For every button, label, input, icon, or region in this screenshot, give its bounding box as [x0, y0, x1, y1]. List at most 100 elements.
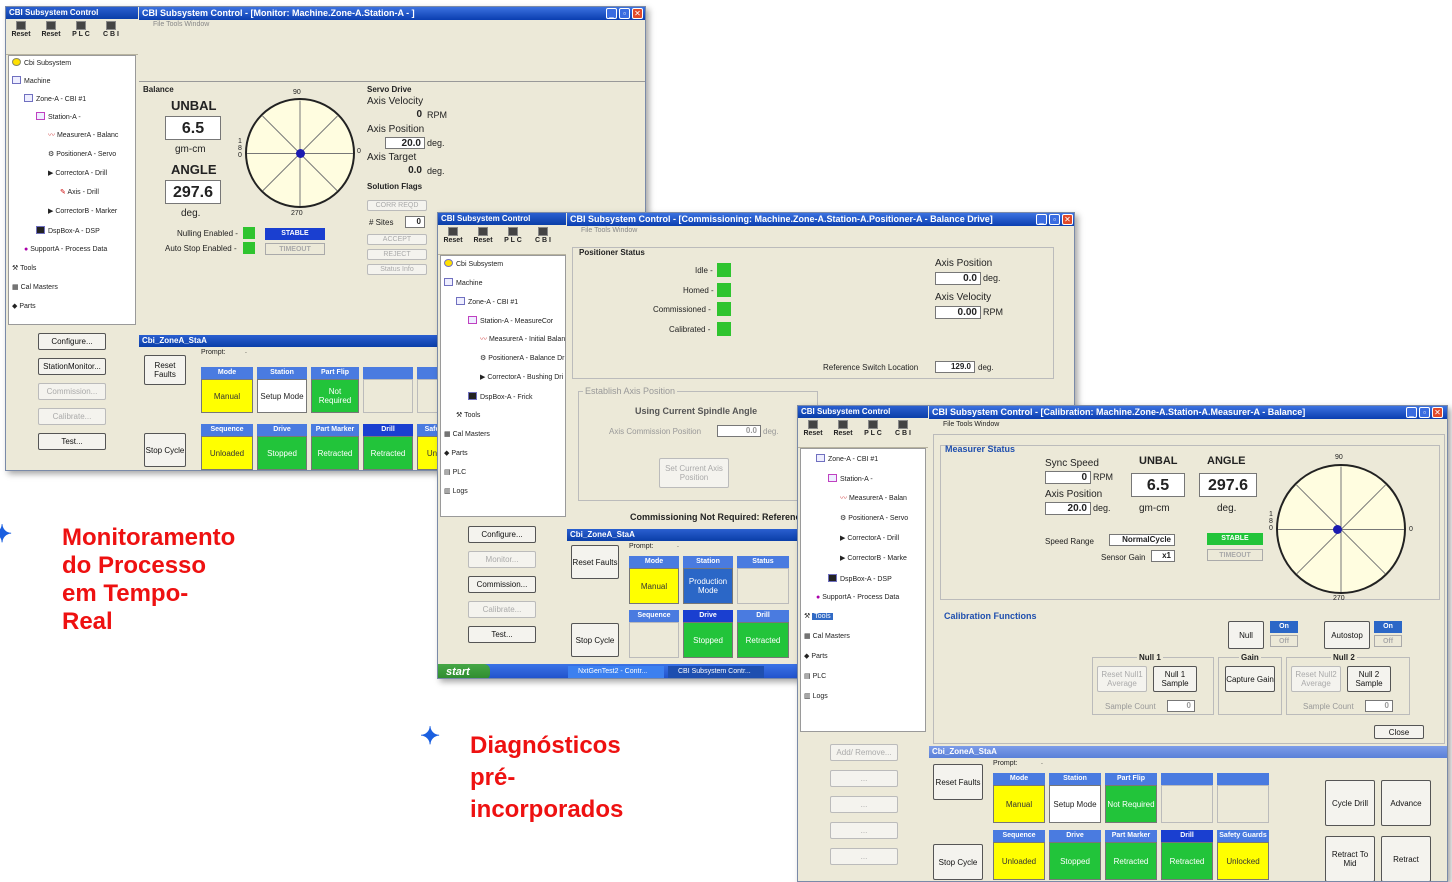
reset-faults-button[interactable]: Reset Faults [144, 355, 186, 385]
tree-item[interactable]: ◆ Parts [12, 302, 36, 311]
null-button[interactable]: Null [1228, 621, 1264, 649]
cbi-button[interactable]: C B I [96, 21, 126, 39]
tree-item[interactable]: Station-A - [36, 112, 81, 122]
tree-item[interactable]: ● SupportA - Process Data [816, 593, 899, 602]
taskbar-item[interactable]: CBI Subsystem Contr... [668, 666, 764, 678]
tree-item[interactable]: 〰 MeasurerA - Initial Balan [480, 335, 565, 344]
plc-button[interactable]: P L C [66, 21, 96, 39]
tree-item[interactable]: ▦ Cal Masters [444, 430, 490, 439]
tree-item[interactable]: Zone-A - CBI #1 [24, 94, 86, 104]
tree-item[interactable]: ▥ Logs [804, 692, 828, 701]
reset-button-2[interactable]: Reset [828, 420, 858, 438]
null-on-badge[interactable]: On [1270, 621, 1298, 633]
calibrate-button[interactable]: Calibrate... [468, 601, 536, 618]
commission-button[interactable]: Commission... [468, 576, 536, 593]
tree-item[interactable]: ▦ Cal Masters [804, 632, 850, 641]
reset-button-2[interactable]: Reset [468, 227, 498, 245]
tree-item[interactable]: ⚙ PositionerA - Servo [840, 514, 908, 523]
tree-item[interactable]: ▦ Cal Masters [12, 283, 58, 292]
tree-item[interactable]: DspBox-A - DSP [828, 574, 892, 584]
tree-item[interactable]: ▶ CorrectorB - Marke [840, 554, 907, 563]
tree-item[interactable]: ▶ CorrectorA - Drill [48, 169, 107, 178]
sidebar-button[interactable]: ... [830, 796, 898, 813]
close-icon[interactable]: ✕ [1432, 407, 1443, 418]
tree-item[interactable]: ⚙ PositionerA - Servo [48, 150, 116, 159]
minimize-icon[interactable]: _ [1036, 214, 1047, 225]
autostop-button[interactable]: Autostop [1324, 621, 1370, 649]
null2-sample-button[interactable]: Null 2 Sample [1347, 666, 1391, 692]
reset-button-2[interactable]: Reset [36, 21, 66, 39]
tree-item[interactable]: ◆ Parts [444, 449, 468, 458]
sidebar-button[interactable]: ... [830, 822, 898, 839]
maximize-icon[interactable]: ▫ [1049, 214, 1060, 225]
cycle-drill-button[interactable]: Cycle Drill [1325, 780, 1375, 826]
menu-bar[interactable]: File Tools Window [567, 226, 1074, 236]
stop-cycle-button[interactable]: Stop Cycle [571, 623, 619, 657]
stop-cycle-button[interactable]: Stop Cycle [144, 433, 186, 467]
equipment-tree[interactable]: Zone-A - CBI #1 Station-A - 〰 MeasurerA … [800, 448, 926, 732]
minimize-icon[interactable]: _ [1406, 407, 1417, 418]
cbi-button[interactable]: C B I [888, 420, 918, 438]
tree-item[interactable]: Zone-A - CBI #1 [456, 297, 518, 307]
reset-button[interactable]: Reset [798, 420, 828, 438]
close-icon[interactable]: ✕ [1062, 214, 1073, 225]
calibrate-button[interactable]: Calibrate... [38, 408, 106, 425]
menu-bar[interactable]: File Tools Window [929, 420, 1447, 430]
tree-item[interactable]: ▥ Logs [444, 487, 468, 496]
tree-item[interactable]: ✎ Axis - Drill [60, 188, 99, 197]
advance-button[interactable]: Advance [1381, 780, 1431, 826]
tree-item[interactable]: ◆ Parts [804, 652, 828, 661]
reset-faults-button[interactable]: Reset Faults [571, 545, 619, 579]
taskbar-item[interactable]: NxtGenTest2 - Contr... [568, 666, 664, 678]
tree-item[interactable]: 〰 MeasurerA - Balanc [48, 131, 118, 140]
plc-button[interactable]: P L C [498, 227, 528, 245]
set-current-axis-button[interactable]: Set Current Axis Position [659, 458, 729, 488]
tree-item[interactable]: Station-A - MeasureCor [468, 316, 553, 326]
configure-button[interactable]: Configure... [38, 333, 106, 350]
station-monitor-button[interactable]: StationMonitor... [38, 358, 106, 375]
menu-bar[interactable]: File Tools Window [139, 20, 645, 30]
corr-reqd-button[interactable]: CORR REQD [367, 200, 427, 211]
tree-item[interactable]: ▶ CorrectorA - Bushing Dri [480, 373, 563, 382]
tree-item[interactable]: ⚙ PositionerA - Balance Dr [480, 354, 565, 363]
tree-item[interactable]: ▶ CorrectorA - Drill [840, 534, 899, 543]
reset-button[interactable]: Reset [6, 21, 36, 39]
test-button[interactable]: Test... [468, 626, 536, 643]
tree-item[interactable]: ● SupportA - Process Data [24, 245, 107, 254]
close-icon[interactable]: ✕ [632, 8, 643, 19]
reset-button[interactable]: Reset [438, 227, 468, 245]
commission-button[interactable]: Commission... [38, 383, 106, 400]
configure-button[interactable]: Configure... [468, 526, 536, 543]
tree-item[interactable]: Machine [12, 76, 50, 86]
maximize-icon[interactable]: ▫ [1419, 407, 1430, 418]
tree-item[interactable]: ▤ PLC [804, 672, 826, 681]
maximize-icon[interactable]: ▫ [619, 8, 630, 19]
start-button[interactable]: start [438, 664, 490, 678]
status-info-button[interactable]: Status Info [367, 264, 427, 275]
capture-gain-button[interactable]: Capture Gain [1225, 666, 1275, 692]
plc-button[interactable]: P L C [858, 420, 888, 438]
reset-faults-button[interactable]: Reset Faults [933, 764, 983, 800]
cbi-button[interactable]: C B I [528, 227, 558, 245]
tree-item[interactable]: ▤ PLC [444, 468, 466, 477]
autostop-on-badge[interactable]: On [1374, 621, 1402, 633]
minimize-icon[interactable]: _ [606, 8, 617, 19]
test-button[interactable]: Test... [38, 433, 106, 450]
accept-button[interactable]: ACCEPT [367, 234, 427, 245]
null1-sample-button[interactable]: Null 1 Sample [1153, 666, 1197, 692]
tree-item[interactable]: Station-A - [828, 474, 873, 484]
reset-null1-button[interactable]: Reset Null1 Average [1097, 666, 1147, 692]
stop-cycle-button[interactable]: Stop Cycle [933, 844, 983, 880]
equipment-tree[interactable]: Cbi Subsystem Machine Zone-A - CBI #1 St… [440, 255, 566, 517]
tree-item[interactable]: Cbi Subsystem [444, 259, 503, 269]
retract-to-mid-button[interactable]: Retract To Mid [1325, 836, 1375, 881]
retract-button[interactable]: Retract [1381, 836, 1431, 881]
close-button[interactable]: Close [1374, 725, 1424, 739]
tree-item-selected[interactable]: ⚒ Tools [804, 612, 833, 621]
tree-item[interactable]: DspBox-A - DSP [36, 226, 100, 236]
tree-item[interactable]: ⚒ Tools [12, 264, 36, 273]
tree-item[interactable]: DspBox-A - Frick [468, 392, 533, 402]
tree-item[interactable]: 〰 MeasurerA - Balan [840, 494, 907, 503]
reset-null2-button[interactable]: Reset Null2 Average [1291, 666, 1341, 692]
monitor-button[interactable]: Monitor... [468, 551, 536, 568]
